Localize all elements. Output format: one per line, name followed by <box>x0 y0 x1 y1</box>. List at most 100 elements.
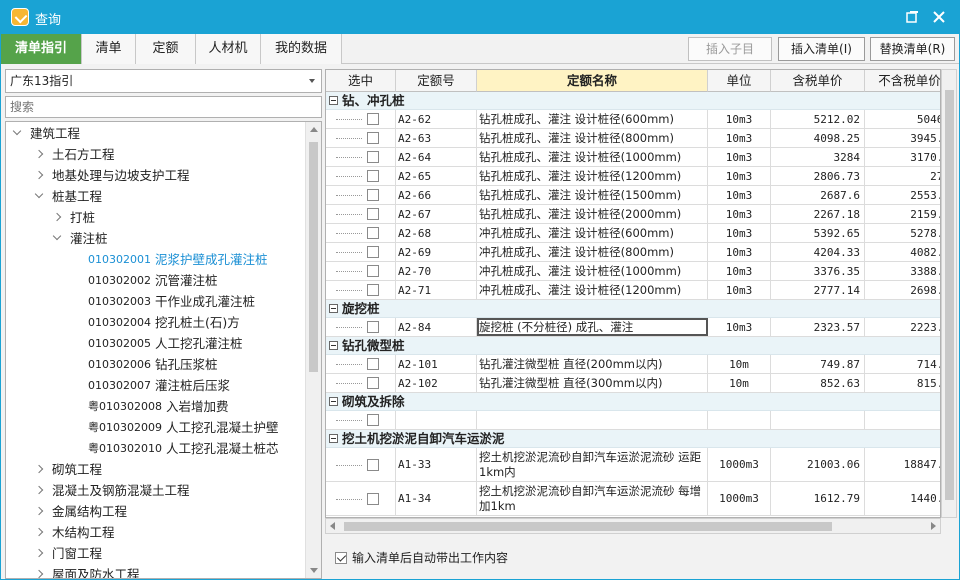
row-select-cell[interactable] <box>326 224 396 242</box>
col-quota-code-cell[interactable]: A2-62 <box>396 110 477 128</box>
col-price-without-tax-cell[interactable]: 2223.8 <box>865 318 940 336</box>
col-unit-cell[interactable]: 1000m3 <box>708 482 771 515</box>
col-quota-name-cell[interactable]: 冲孔桩成孔、灌注 设计桩径(800mm) <box>477 243 708 261</box>
col-price-without-tax-cell[interactable]: 5278.4 <box>865 224 940 242</box>
expand-down-icon[interactable] <box>12 126 22 136</box>
row-select-cell[interactable] <box>326 318 396 336</box>
collapse-icon[interactable] <box>329 304 338 313</box>
col-unit-cell[interactable]: 10m3 <box>708 281 771 299</box>
region-select[interactable]: 广东13指引 <box>5 69 322 93</box>
table-row[interactable]: A2-66 钻孔桩成孔、灌注 设计桩径(1500mm) 10m3 2687.6 2553… <box>326 186 940 205</box>
col-quota-code-cell[interactable]: A2-63 <box>396 129 477 147</box>
col-quota-name-cell[interactable]: 钻孔灌注微型桩 直径(200mm以内) <box>477 355 708 373</box>
col-price-with-tax-cell[interactable]: 21003.06 <box>771 448 865 481</box>
row-checkbox[interactable] <box>366 377 379 389</box>
row-checkbox[interactable] <box>366 151 379 163</box>
tree-scroll-thumb[interactable] <box>309 142 318 372</box>
expand-right-icon[interactable] <box>34 464 44 474</box>
table-row[interactable]: A2-67 钻孔桩成孔、灌注 设计桩径(2000mm) 10m3 2267.18 215… <box>326 205 940 224</box>
col-unit-cell[interactable]: 10m3 <box>708 148 771 166</box>
table-row[interactable]: A1-33 挖土机挖淤泥流砂自卸汽车运淤泥流砂 运距1km内 1000m3 21003… <box>326 448 940 482</box>
col-unit-cell[interactable]: 10m3 <box>708 318 771 336</box>
col-quota-name-cell[interactable]: 钻孔桩成孔、灌注 设计桩径(1000mm) <box>477 148 708 166</box>
row-select-cell[interactable] <box>326 129 396 147</box>
tree-scrollbar[interactable] <box>305 122 321 578</box>
row-select-cell[interactable] <box>326 411 396 429</box>
col-quota-code-cell[interactable]: A2-102 <box>396 374 477 392</box>
expand-right-icon[interactable] <box>34 506 44 516</box>
table-row[interactable]: A2-63 钻孔桩成孔、灌注 设计桩径(800mm) 10m3 4098.25 3945… <box>326 129 940 148</box>
col-price-with-tax-cell[interactable]: 5392.65 <box>771 224 865 242</box>
expand-right-icon[interactable] <box>34 527 44 537</box>
expand-right-icon[interactable] <box>34 485 44 495</box>
table-row[interactable]: A2-71 冲孔桩成孔、灌注 设计桩径(1200mm) 10m3 2777.14 269… <box>326 281 940 300</box>
tab-labor-material-machine[interactable]: 人材机 <box>196 34 261 64</box>
row-checkbox[interactable] <box>366 227 379 239</box>
col-unit-cell[interactable]: 10m3 <box>708 186 771 204</box>
col-unit-cell[interactable]: 10m <box>708 374 771 392</box>
col-quota-name-cell[interactable]: 钻孔灌注微型桩 直径(300mm以内) <box>477 374 708 392</box>
scroll-left-icon[interactable] <box>330 522 335 530</box>
scroll-down-icon[interactable] <box>310 568 318 573</box>
col-selected-header[interactable]: 选中 <box>326 70 396 92</box>
col-quota-code-cell[interactable]: A2-65 <box>396 167 477 185</box>
col-quota-code-cell[interactable]: A2-71 <box>396 281 477 299</box>
col-quota-name-header[interactable]: 定额名称 <box>477 70 708 92</box>
row-select-cell[interactable] <box>326 243 396 261</box>
col-price-with-tax-cell[interactable]: 2806.73 <box>771 167 865 185</box>
grid-horizontal-scrollbar[interactable] <box>325 518 941 534</box>
table-row[interactable]: A2-64 钻孔桩成孔、灌注 设计桩径(1000mm) 10m3 3284 3170.7 <box>326 148 940 167</box>
scroll-up-icon[interactable] <box>310 127 318 132</box>
group-row[interactable]: 挖土机挖淤泥自卸汽车运淤泥 <box>326 430 940 448</box>
tab-quota[interactable]: 定额 <box>136 34 196 64</box>
expand-down-icon[interactable] <box>52 231 62 241</box>
table-row[interactable]: A2-70 冲孔桩成孔、灌注 设计桩径(1000mm) 10m3 3376.35 338… <box>326 262 940 281</box>
col-quota-code-cell[interactable]: A2-70 <box>396 262 477 280</box>
col-price-without-tax-cell[interactable]: 3170.7 <box>865 148 940 166</box>
col-quota-name-cell[interactable]: 旋挖桩 (不分桩径) 成孔、灌注 <box>477 318 708 336</box>
col-quota-name-cell[interactable]: 冲孔桩成孔、灌注 设计桩径(600mm) <box>477 224 708 242</box>
col-price-with-tax-cell[interactable]: 3284 <box>771 148 865 166</box>
col-price-with-tax-cell[interactable]: 2323.57 <box>771 318 865 336</box>
col-price-without-tax-cell[interactable]: 1440.0 <box>865 482 940 515</box>
col-unit-cell[interactable]: 10m3 <box>708 129 771 147</box>
row-select-cell[interactable] <box>326 355 396 373</box>
col-quota-name-cell[interactable] <box>477 411 708 429</box>
table-row[interactable]: A2-101 钻孔灌注微型桩 直径(200mm以内) 10m 749.87 714.3 <box>326 355 940 374</box>
col-price-without-tax-cell[interactable]: 714.3 <box>865 355 940 373</box>
grid-vertical-scrollbar[interactable] <box>941 69 957 518</box>
row-checkbox[interactable] <box>366 265 379 277</box>
col-quota-name-cell[interactable]: 钻孔桩成孔、灌注 设计桩径(800mm) <box>477 129 708 147</box>
collapse-icon[interactable] <box>329 96 338 105</box>
col-price-with-tax-cell[interactable]: 4204.33 <box>771 243 865 261</box>
group-row[interactable]: 钻、冲孔桩 <box>326 92 940 110</box>
table-row[interactable]: A2-84 旋挖桩 (不分桩径) 成孔、灌注 10m3 2323.57 2223.8 <box>326 318 940 337</box>
col-price-without-tax-cell[interactable]: 3388.5 <box>865 262 940 280</box>
col-price-with-tax-cell[interactable] <box>771 411 865 429</box>
col-quota-code-cell[interactable]: A2-69 <box>396 243 477 261</box>
col-price-with-tax-cell[interactable]: 1612.79 <box>771 482 865 515</box>
tab-my-data[interactable]: 我的数据 <box>261 34 342 64</box>
col-price-with-tax-cell[interactable]: 852.63 <box>771 374 865 392</box>
col-quota-name-cell[interactable]: 钻孔桩成孔、灌注 设计桩径(2000mm) <box>477 205 708 223</box>
row-select-cell[interactable] <box>326 448 396 481</box>
grid-hscroll-thumb[interactable] <box>344 522 832 531</box>
row-checkbox[interactable] <box>366 358 379 370</box>
row-checkbox[interactable] <box>366 246 379 258</box>
col-price-with-tax-cell[interactable]: 2267.18 <box>771 205 865 223</box>
col-price-without-tax-cell[interactable]: 270 <box>865 167 940 185</box>
row-checkbox[interactable] <box>366 170 379 182</box>
col-quota-name-cell[interactable]: 钻孔桩成孔、灌注 设计桩径(1200mm) <box>477 167 708 185</box>
col-quota-code-header[interactable]: 定额号 <box>396 70 477 92</box>
minimize-icon[interactable] <box>904 9 920 25</box>
group-row[interactable]: 钻孔微型桩 <box>326 337 940 355</box>
group-row[interactable]: 旋挖桩 <box>326 300 940 318</box>
row-select-cell[interactable] <box>326 186 396 204</box>
row-checkbox[interactable] <box>366 113 379 125</box>
row-select-cell[interactable] <box>326 482 396 515</box>
col-price-with-tax-cell[interactable]: 2777.14 <box>771 281 865 299</box>
table-row[interactable] <box>326 411 940 430</box>
row-select-cell[interactable] <box>326 167 396 185</box>
col-quota-name-cell[interactable]: 钻孔桩成孔、灌注 设计桩径(600mm) <box>477 110 708 128</box>
expand-right-icon[interactable] <box>34 149 44 159</box>
